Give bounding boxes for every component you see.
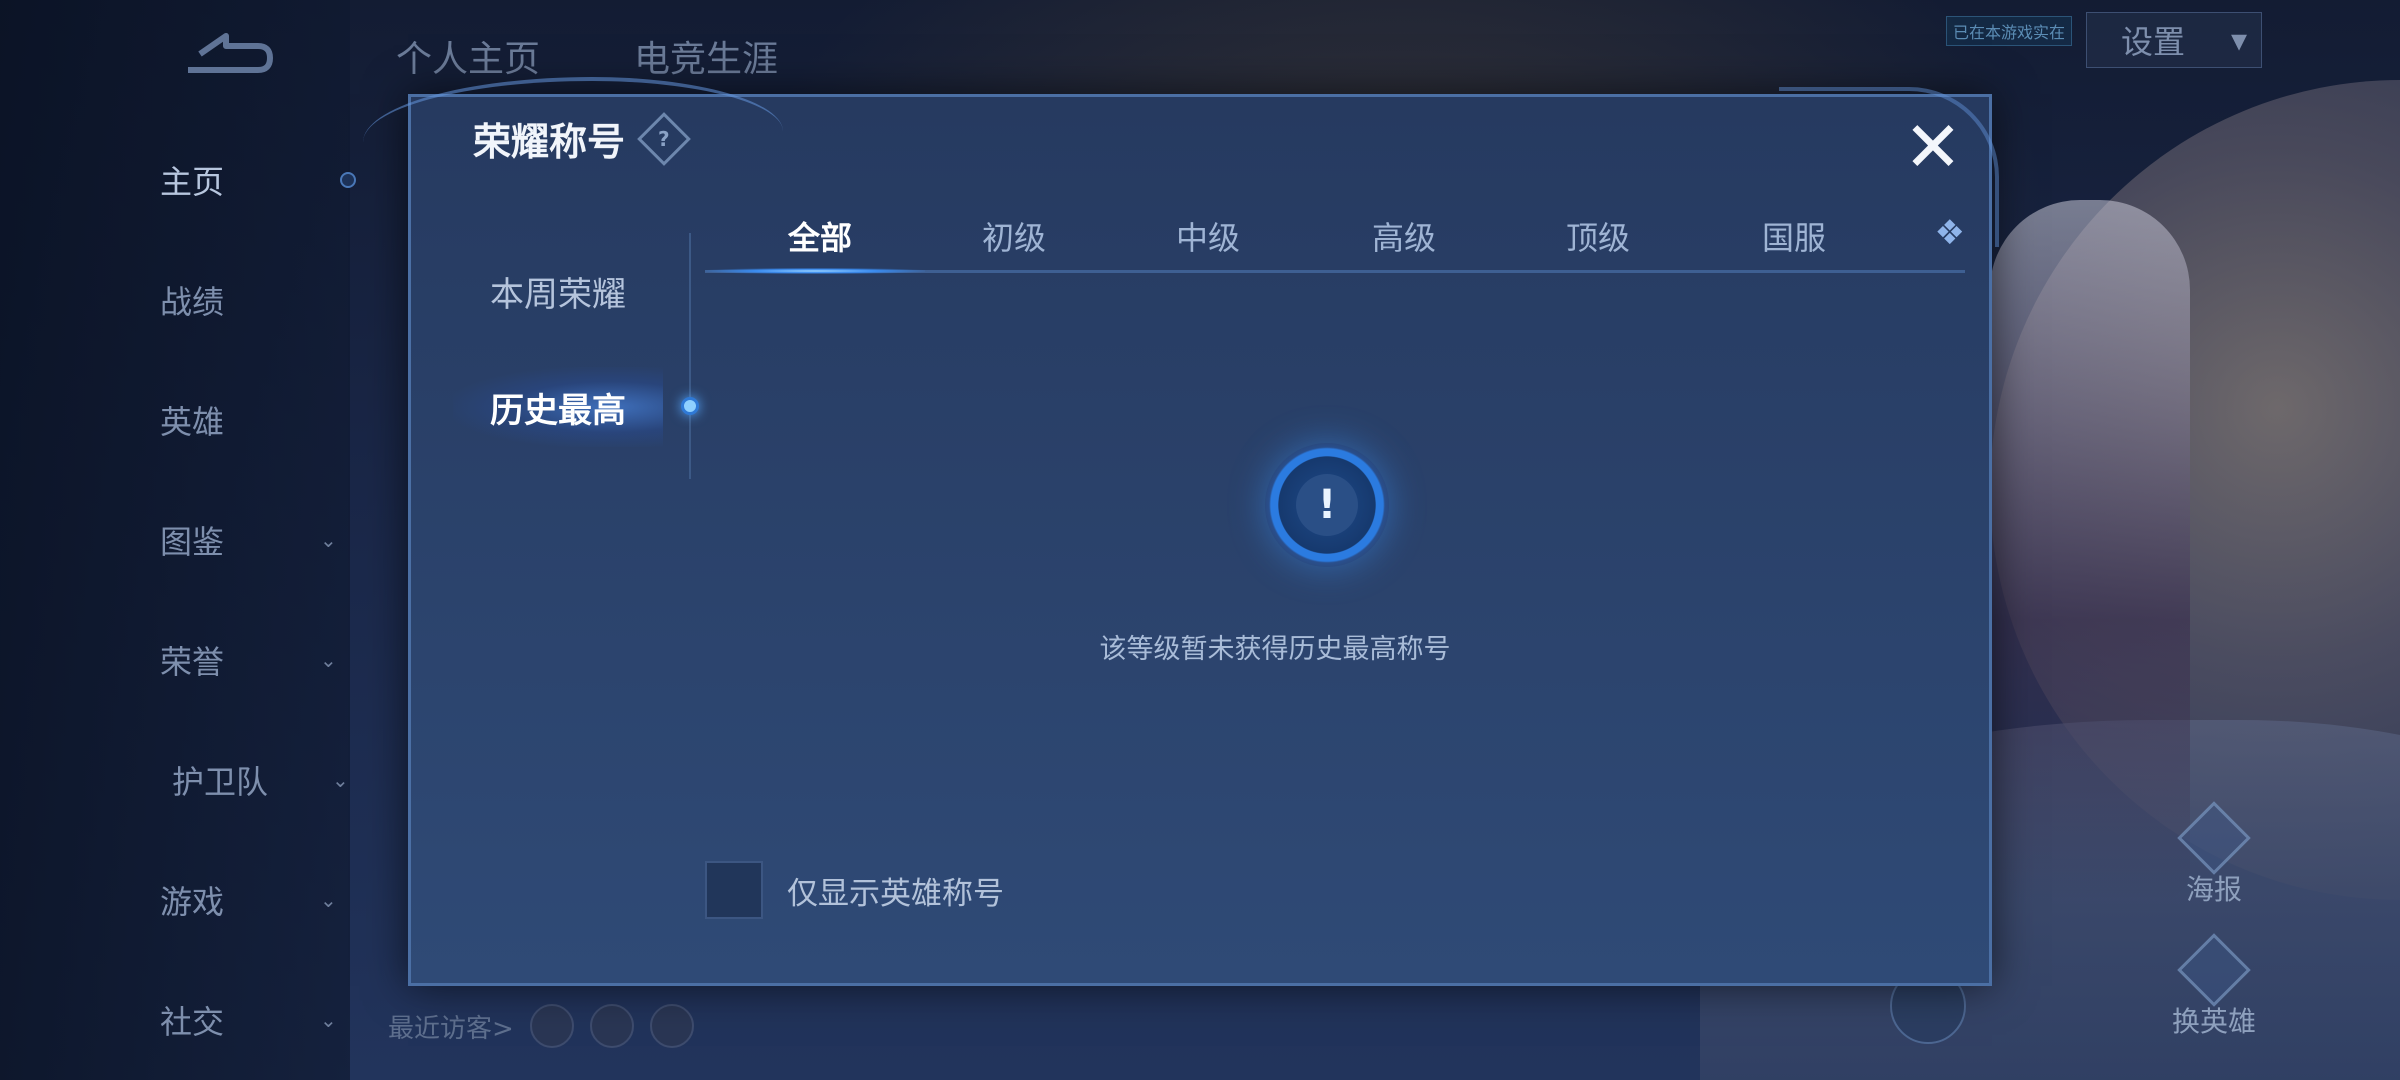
checkbox-label: 仅显示英雄称号: [787, 875, 1004, 912]
tab-profile[interactable]: 个人主页: [396, 30, 540, 82]
sidebar-item-label: 社交: [160, 1003, 225, 1041]
poster-label: 海报: [2185, 873, 2242, 906]
tab-top[interactable]: 顶级: [1513, 213, 1683, 259]
sidebar-item-label: 游戏: [160, 883, 225, 921]
avatar[interactable]: [649, 1004, 694, 1048]
sidebar-item-social[interactable]: 社交 ⌄: [160, 990, 340, 1050]
honor-title-dialog: 荣耀称号 ? ✕ 本周荣耀 历史最高 全部 初级 中级 高级 顶级 国服 ❖ !…: [363, 77, 1999, 986]
tab-esports-career[interactable]: 电竞生涯: [634, 30, 778, 82]
dialog-title-text: 荣耀称号: [473, 120, 626, 164]
tab-advanced[interactable]: 高级: [1319, 213, 1489, 259]
hero-titles-only-toggle[interactable]: 仅显示英雄称号: [705, 861, 1004, 919]
switch-hero-button[interactable]: 换英雄: [2144, 933, 2284, 1040]
poster-icon: [2177, 801, 2251, 875]
chevron-down-icon: ⌄: [320, 528, 337, 552]
active-tab-underline: [705, 268, 925, 274]
tab-all[interactable]: 全部: [735, 213, 905, 259]
back-button[interactable]: [180, 30, 276, 78]
recent-visitors-label[interactable]: 最近访客>: [388, 1008, 514, 1045]
close-button[interactable]: ✕: [1901, 106, 1965, 188]
sidebar-item-label: 图鉴: [160, 523, 225, 561]
hero-figure: [1990, 200, 2190, 900]
level-tab-bar: 全部 初级 中级 高级 顶级 国服 ❖: [705, 203, 1965, 274]
sidebar-item-heroes[interactable]: 英雄: [160, 390, 340, 450]
more-tabs-icon[interactable]: ❖: [1935, 213, 1965, 253]
chevron-down-icon: ⌄: [320, 648, 337, 672]
tab-label: 历史最高: [490, 390, 626, 431]
back-arrow-icon: [188, 33, 273, 73]
sidebar-active-indicator: [340, 172, 356, 188]
tab-intermediate[interactable]: 中级: [1123, 213, 1293, 259]
sync-badge: 已在本游戏实在: [1946, 16, 2073, 46]
chevron-down-icon: ⌄: [320, 888, 337, 912]
help-glyph: ?: [658, 126, 670, 151]
checkbox[interactable]: [705, 861, 763, 919]
tab-label: 本周荣耀: [490, 274, 626, 315]
chevron-down-icon: ⌄: [320, 1008, 337, 1032]
switch-hero-icon: [2177, 933, 2251, 1007]
tab-all-time-best[interactable]: 历史最高: [453, 367, 663, 447]
sidebar-item-label: 主页: [160, 163, 225, 201]
sidebar-item-label: 英雄: [160, 403, 225, 441]
settings-button[interactable]: 设置 ▾: [2086, 12, 2262, 68]
close-icon: ✕: [1903, 106, 1963, 188]
tab-national[interactable]: 国服: [1709, 213, 1879, 259]
avatar[interactable]: [529, 1004, 574, 1048]
exclamation-icon: !: [1296, 474, 1358, 536]
sidebar-item-label: 护卫队: [172, 763, 269, 801]
side-tabs-divider: [689, 233, 691, 479]
sidebar-item-guard[interactable]: 护卫队 ⌄: [172, 750, 352, 810]
sidebar-item-label: 战绩: [160, 283, 225, 321]
sidebar-item-codex[interactable]: 图鉴 ⌄: [160, 510, 340, 570]
settings-label: 设置: [2121, 23, 2186, 61]
chevron-down-icon: ⌄: [332, 768, 349, 792]
sidebar-item-home[interactable]: 主页: [160, 150, 340, 210]
help-icon[interactable]: ?: [637, 111, 691, 166]
empty-state-message: 该等级暂未获得历史最高称号: [1099, 634, 1451, 665]
tab-this-week-honor[interactable]: 本周荣耀: [453, 251, 663, 331]
dialog-title: 荣耀称号 ?: [473, 111, 691, 166]
poster-button[interactable]: 海报: [2144, 801, 2284, 908]
left-sidebar: 主页 战绩 英雄 图鉴 ⌄ 荣誉 ⌄ 护卫队 ⌄ 游戏 ⌄ 社交 ⌄: [0, 0, 356, 1080]
alert-icon: !: [1265, 443, 1389, 567]
avatar[interactable]: [589, 1004, 634, 1048]
sidebar-item-honor[interactable]: 荣誉 ⌄: [160, 630, 340, 690]
active-tab-indicator: [681, 397, 699, 415]
sidebar-item-record[interactable]: 战绩: [160, 270, 340, 330]
sidebar-item-game[interactable]: 游戏 ⌄: [160, 870, 340, 930]
sidebar-item-label: 荣誉: [160, 643, 225, 681]
tab-beginner[interactable]: 初级: [929, 213, 1099, 259]
chevron-down-icon: ▾: [2230, 21, 2247, 59]
recent-visitors: 最近访客>: [388, 1004, 694, 1048]
switch-hero-label: 换英雄: [2171, 1005, 2256, 1038]
